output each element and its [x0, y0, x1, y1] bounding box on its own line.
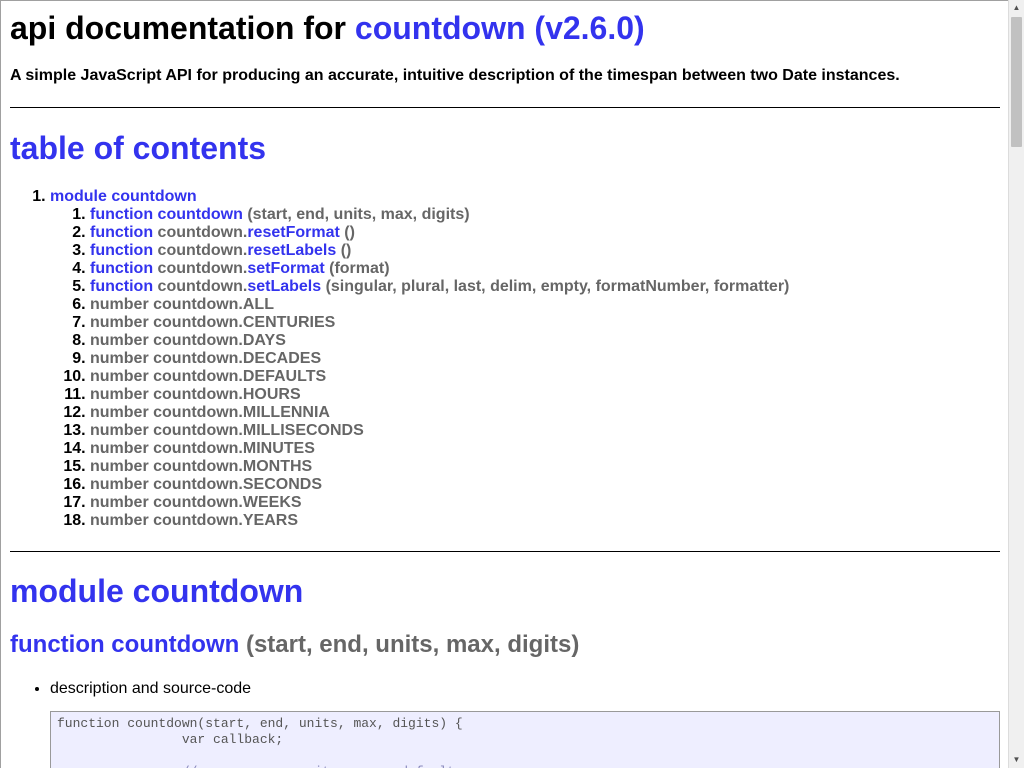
toc-item: number countdown.MILLISECONDS — [90, 422, 789, 440]
divider — [10, 107, 1000, 108]
vertical-scrollbar[interactable]: ▲ ▼ — [1008, 0, 1024, 768]
toc-item: number countdown.WEEKS — [90, 494, 789, 512]
toc-item-name-link[interactable]: countdown — [158, 206, 243, 223]
toc-item-text: number countdown.SECONDS — [90, 476, 322, 493]
toc-module-link[interactable]: module countdown — [50, 188, 197, 205]
toc-item: number countdown.MONTHS — [90, 458, 789, 476]
toc-item-keyword-link[interactable]: function — [90, 242, 153, 259]
function-details-list: description and source-code — [10, 680, 251, 698]
toc-item-args: (start, end, units, max, digits) — [247, 206, 470, 223]
toc-item-keyword-link[interactable]: function — [90, 260, 153, 277]
toc-item-text: number countdown.YEARS — [90, 512, 298, 529]
toc-item-args: (format) — [329, 260, 390, 277]
toc-item-object: countdown. — [157, 242, 248, 259]
toc-heading-link[interactable]: table of contents — [10, 130, 266, 166]
toc-item-keyword-link[interactable]: function — [90, 206, 153, 223]
page-frame: api documentation for countdown (v2.6.0)… — [0, 0, 1008, 768]
title-prefix: api documentation for — [10, 10, 355, 46]
module-heading: module countdown — [10, 573, 303, 610]
toc-item-args: (singular, plural, last, delim, empty, f… — [325, 278, 790, 295]
code-line: var callback; — [57, 732, 284, 747]
toc-item-name-link[interactable]: setLabels — [247, 278, 321, 295]
function-heading-args: (start, end, units, max, digits) — [239, 631, 580, 658]
function-heading: function countdown (start, end, units, m… — [10, 631, 579, 659]
toc-item-keyword-link[interactable]: function — [90, 278, 153, 295]
toc-item-text: number countdown.MINUTES — [90, 440, 315, 457]
toc-item: function countdown.setLabels (singular, … — [90, 278, 789, 296]
toc-item-text: number countdown.ALL — [90, 296, 274, 313]
toc-item: number countdown.SECONDS — [90, 476, 789, 494]
toc-item: number countdown.CENTURIES — [90, 314, 789, 332]
title-link[interactable]: countdown (v2.6.0) — [355, 10, 645, 46]
code-line: // ensure some units or use defaults — [57, 764, 993, 768]
toc-item-args: () — [344, 224, 355, 241]
scroll-up-arrow-icon[interactable]: ▲ — [1009, 0, 1024, 16]
toc-item: number countdown.DAYS — [90, 332, 789, 350]
toc-item: function countdown.setFormat (format) — [90, 260, 789, 278]
scrollbar-thumb[interactable] — [1011, 17, 1022, 147]
toc-list: module countdown function countdown (sta… — [10, 188, 789, 530]
toc-item: function countdown.resetFormat () — [90, 224, 789, 242]
toc-sublist: function countdown (start, end, units, m… — [50, 206, 789, 530]
toc-item-text: number countdown.CENTURIES — [90, 314, 336, 331]
toc-item-name-link[interactable]: resetFormat — [247, 224, 339, 241]
scroll-down-arrow-icon[interactable]: ▼ — [1009, 752, 1024, 768]
toc-item: number countdown.YEARS — [90, 512, 789, 530]
code-line: function countdown(start, end, units, ma… — [57, 716, 463, 731]
list-item: description and source-code — [50, 680, 251, 698]
toc-item: function countdown (start, end, units, m… — [90, 206, 789, 224]
toc-item-text: number countdown.DECADES — [90, 350, 322, 367]
toc-module-item: module countdown function countdown (sta… — [50, 188, 789, 530]
source-code-block: function countdown(start, end, units, ma… — [50, 711, 1000, 768]
toc-item: number countdown.MILLENNIA — [90, 404, 789, 422]
toc-item-text: number countdown.MILLISECONDS — [90, 422, 364, 439]
toc-item-text: number countdown.DEFAULTS — [90, 368, 327, 385]
toc-item-keyword-link[interactable]: function — [90, 224, 153, 241]
toc-item-name-link[interactable]: setFormat — [247, 260, 324, 277]
toc-item: function countdown.resetLabels () — [90, 242, 789, 260]
toc-item-text: number countdown.MONTHS — [90, 458, 313, 475]
toc-item-text: number countdown.HOURS — [90, 386, 301, 403]
toc-item: number countdown.DECADES — [90, 350, 789, 368]
toc-item: number countdown.MINUTES — [90, 440, 789, 458]
divider — [10, 551, 1000, 552]
toc-item-text: number countdown.DAYS — [90, 332, 286, 349]
toc-item: number countdown.DEFAULTS — [90, 368, 789, 386]
toc-item-object: countdown. — [157, 260, 248, 277]
function-heading-link[interactable]: function countdown — [10, 631, 239, 658]
toc-item-object: countdown. — [157, 278, 248, 295]
module-heading-link[interactable]: module countdown — [10, 573, 303, 609]
toc-item-args: () — [340, 242, 352, 259]
page-title: api documentation for countdown (v2.6.0) — [10, 10, 645, 47]
toc-item-text: number countdown.MILLENNIA — [90, 404, 330, 421]
toc-item-object: countdown. — [157, 224, 248, 241]
toc-item-text: number countdown.WEEKS — [90, 494, 302, 511]
toc-item: number countdown.ALL — [90, 296, 789, 314]
page-description: A simple JavaScript API for producing an… — [10, 67, 900, 84]
toc-heading: table of contents — [10, 130, 266, 167]
toc-item: number countdown.HOURS — [90, 386, 789, 404]
toc-item-name-link[interactable]: resetLabels — [247, 242, 336, 259]
